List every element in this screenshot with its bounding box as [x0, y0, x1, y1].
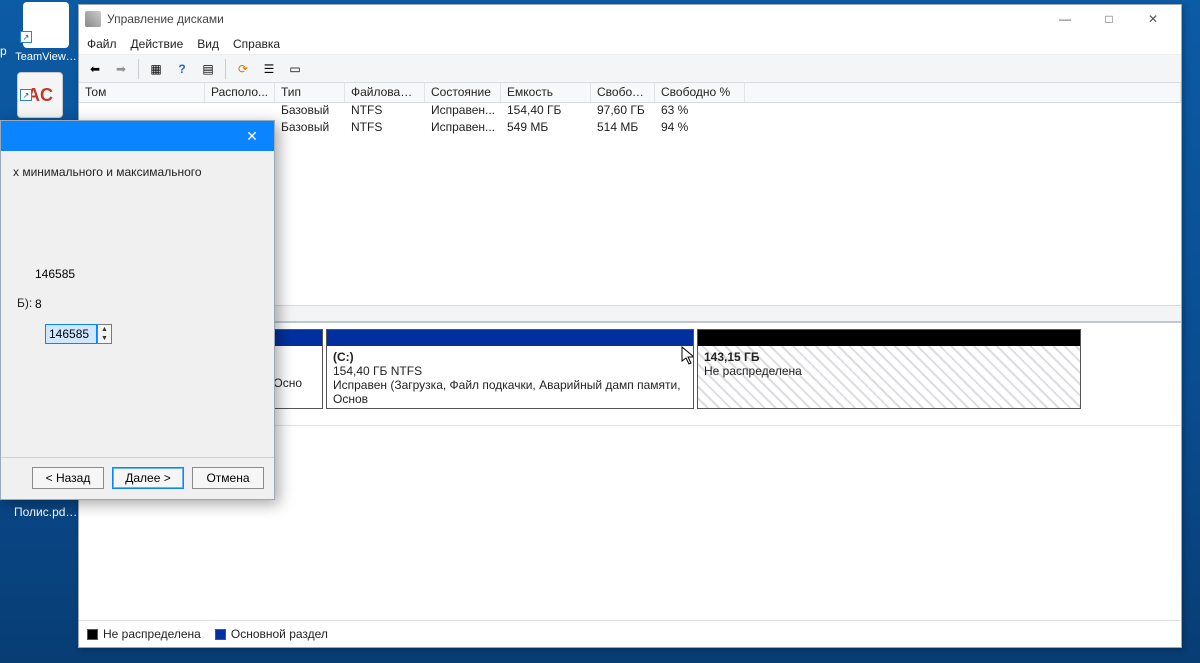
dialog-body: х минимального и максимального 146585 Б)…: [1, 151, 274, 457]
cell-cap: 549 МБ: [501, 120, 591, 137]
col-spacer: [745, 83, 1181, 102]
maximize-button[interactable]: □: [1087, 6, 1131, 32]
partition-unallocated[interactable]: 143,15 ГБ Не распределена: [697, 329, 1081, 409]
minimize-button[interactable]: ―: [1043, 6, 1087, 32]
partition-size: 143,15 ГБ: [704, 350, 1074, 364]
forward-button[interactable]: ➡: [109, 58, 133, 80]
titlebar[interactable]: Управление дисками ― □ ✕: [79, 5, 1181, 33]
cell-type: Базовый: [275, 103, 345, 120]
menu-action[interactable]: Действие: [131, 37, 184, 51]
column-headers[interactable]: Том Располо... Тип Файловая с... Состоян…: [79, 83, 1181, 103]
cell-state: Исправен...: [425, 103, 501, 120]
spin-up-button[interactable]: ▲: [98, 325, 111, 334]
kb-label: Б):: [17, 296, 32, 310]
partition-band: [698, 330, 1080, 346]
cell-fs: NTFS: [345, 120, 425, 137]
col-freepct[interactable]: Свободно %: [655, 83, 745, 102]
app-icon: [85, 11, 101, 27]
toolbar: ⬅ ➡ ▦ ? ▤ ⟳ ☰ ▭: [79, 55, 1181, 83]
col-volume[interactable]: Том: [79, 83, 205, 102]
col-status[interactable]: Состояние: [425, 83, 501, 102]
cell-cap: 154,40 ГБ: [501, 103, 591, 120]
menu-bar: Файл Действие Вид Справка: [79, 33, 1181, 55]
refresh-icon[interactable]: ⟳: [231, 58, 255, 80]
col-free[interactable]: Свобод...: [591, 83, 655, 102]
cell-fs: NTFS: [345, 103, 425, 120]
dialog-footer: < Назад Далее > Отмена: [1, 457, 274, 497]
help-icon[interactable]: ?: [170, 58, 194, 80]
partition-band: [327, 330, 693, 346]
shortcut-arrow-icon: ↗: [20, 31, 32, 43]
spin-down-button[interactable]: ▼: [98, 334, 111, 343]
cell-free: 97,60 ГБ: [591, 103, 655, 120]
tool-list-icon[interactable]: ☰: [257, 58, 281, 80]
back-button[interactable]: < Назад: [32, 467, 104, 489]
col-capacity[interactable]: Емкость: [501, 83, 591, 102]
partition-status: Исправен (Загрузка, Файл подкачки, Авари…: [333, 378, 687, 406]
next-button[interactable]: Далее >: [112, 467, 184, 489]
legend-primary: Основной раздел: [215, 627, 328, 641]
table-row[interactable]: Базовый NTFS Исправен... 154,40 ГБ 97,60…: [79, 103, 1181, 120]
wizard-dialog: ✕ х минимального и максимального 146585 …: [0, 120, 275, 500]
max-size-value: 146585: [35, 267, 75, 281]
partition-c[interactable]: (C:) 154,40 ГБ NTFS Исправен (Загрузка, …: [326, 329, 694, 409]
dialog-titlebar[interactable]: ✕: [1, 121, 274, 151]
desktop-icon-ac[interactable]: AC ↗: [10, 72, 70, 121]
cell-pct: 94 %: [655, 120, 745, 137]
legend: Не распределена Основной раздел: [79, 620, 1181, 647]
tool-layout-icon[interactable]: ▦: [144, 58, 168, 80]
col-layout[interactable]: Располо...: [205, 83, 275, 102]
dialog-hint: х минимального и максимального: [13, 165, 264, 179]
window-title: Управление дисками: [107, 12, 224, 26]
swatch-black: [87, 629, 98, 640]
shortcut-arrow-icon: ↗: [20, 89, 32, 101]
cell-state: Исправен...: [425, 120, 501, 137]
back-button[interactable]: ⬅: [83, 58, 107, 80]
menu-view[interactable]: Вид: [197, 37, 219, 51]
tool-grid-icon[interactable]: ▭: [283, 58, 307, 80]
partition-status: Не распределена: [704, 364, 1074, 378]
menu-file[interactable]: Файл: [87, 37, 117, 51]
cell-type: Базовый: [275, 120, 345, 137]
desktop-icon-polis[interactable]: Полис.pd…: [14, 505, 77, 519]
cell-pct: 63 %: [655, 103, 745, 120]
desktop-icon-label: TeamView…: [10, 51, 82, 63]
cell-free: 514 МБ: [591, 120, 655, 137]
close-button[interactable]: ✕: [1131, 6, 1175, 32]
min-size-value: 8: [35, 297, 42, 311]
truncated-label: р: [0, 44, 7, 58]
dialog-close-button[interactable]: ✕: [230, 121, 274, 151]
legend-unallocated: Не распределена: [87, 627, 201, 641]
partition-title: (C:): [333, 350, 687, 364]
col-fs[interactable]: Файловая с...: [345, 83, 425, 102]
cancel-button[interactable]: Отмена: [192, 467, 264, 489]
tool-properties-icon[interactable]: ▤: [196, 58, 220, 80]
desktop-icon-teamviewer[interactable]: ↔ ↗ TeamView…: [10, 2, 82, 63]
menu-help[interactable]: Справка: [233, 37, 280, 51]
col-type[interactable]: Тип: [275, 83, 345, 102]
size-input[interactable]: [45, 324, 97, 344]
partition-size: 154,40 ГБ NTFS: [333, 364, 687, 378]
size-spinbox[interactable]: ▲ ▼: [45, 323, 112, 345]
swatch-blue: [215, 629, 226, 640]
